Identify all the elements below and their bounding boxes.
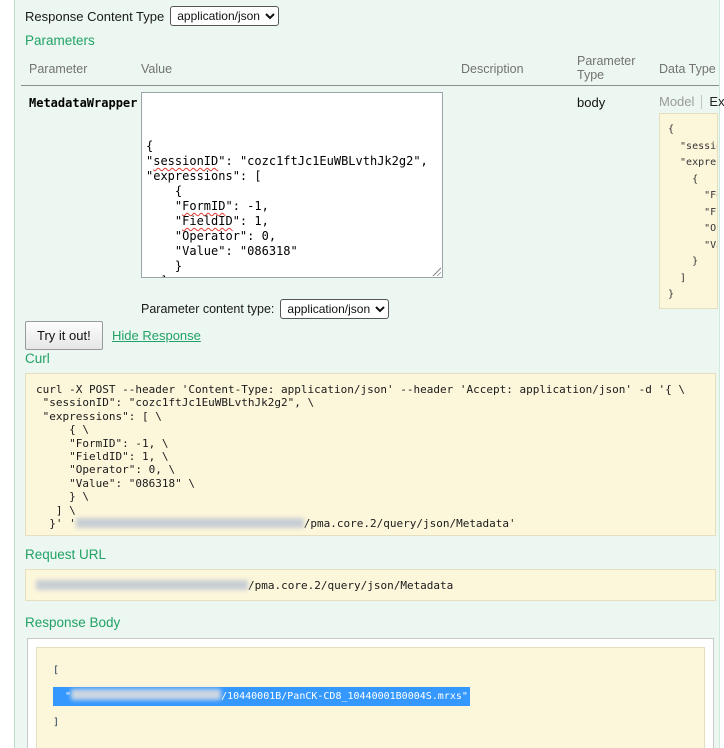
request-url-suffix: /pma.core.2/query/json/Metadata <box>248 579 453 592</box>
editor-line: "FormID": -1, <box>146 199 438 214</box>
param-value-editor[interactable]: {"sessionID": "cozc1ftJc1EuWBLvthJk2g2",… <box>141 92 443 278</box>
data-type-tabs: Model Example Value <box>659 94 724 109</box>
example-value-snippet[interactable]: { "sessionID": "cozc1ftJc1EuWBLvthJk2g2"… <box>659 113 718 309</box>
editor-line: "Operator": 0, <box>146 229 438 244</box>
table-header-divider <box>21 85 719 86</box>
curl-heading: Curl <box>25 351 50 366</box>
parameter-type-value: body <box>577 95 605 110</box>
redacted-host <box>76 518 304 528</box>
response-close-bracket: ] <box>53 717 59 728</box>
column-header-value: Value <box>141 62 172 76</box>
hide-response-link[interactable]: Hide Response <box>112 328 201 343</box>
response-selected-line: " /10440001B/PanCK-CD8_10440001B0004S.mrx… <box>53 687 470 706</box>
request-url-heading: Request URL <box>25 547 106 562</box>
editor-line: } <box>146 259 438 274</box>
parameter-name: MetadataWrapper <box>29 96 137 110</box>
tab-model[interactable]: Model <box>659 94 694 109</box>
curl-command-lines: curl -X POST --header 'Content-Type: app… <box>36 383 685 517</box>
selected-filename: /10440001B/PanCK-CD8_10440001B0004S.mrxs… <box>221 691 468 702</box>
tab-example-value[interactable]: Example Value <box>709 94 724 109</box>
curl-url-suffix: /pma.core.2/query/json/Metadata' <box>304 517 516 530</box>
column-header-data-type: Data Type <box>659 62 716 76</box>
editor-line: { <box>146 184 438 199</box>
editor-line: ] <box>146 274 438 278</box>
response-content-type-row: Response Content Type application/json <box>25 6 279 26</box>
selected-prefix: " <box>53 691 71 702</box>
curl-last-line-prefix: }' ' <box>36 517 76 530</box>
parameters-heading: Parameters <box>25 33 95 48</box>
editor-line: "expressions": [ <box>146 169 438 184</box>
response-body-container: [ " /10440001B/PanCK-CD8_10440001B0004S.m… <box>27 638 714 748</box>
redacted-path-prefix <box>71 689 221 700</box>
editor-line: "sessionID": "cozc1ftJc1EuWBLvthJk2g2", <box>146 154 438 169</box>
response-content-type-label: Response Content Type <box>25 9 164 24</box>
parameter-content-type-select[interactable]: application/json <box>280 299 389 319</box>
parameter-content-type-row: Parameter content type: application/json <box>141 299 389 319</box>
try-it-out-button[interactable]: Try it out! <box>25 321 103 350</box>
redacted-host <box>36 580 248 590</box>
column-header-description: Description <box>461 62 524 76</box>
operation-content: Response Content Type application/json P… <box>14 0 720 748</box>
editor-line: "Value": "086318" <box>146 244 438 259</box>
curl-block: curl -X POST --header 'Content-Type: app… <box>25 373 716 536</box>
editor-line: { <box>146 139 438 154</box>
response-body-block: [ " /10440001B/PanCK-CD8_10440001B0004S.m… <box>36 647 705 748</box>
column-header-parameter-type: Parameter Type <box>577 54 649 82</box>
response-body-heading: Response Body <box>25 615 120 630</box>
swagger-operation-panel: Response Content Type application/json P… <box>0 0 724 748</box>
editor-line: "FieldID": 1, <box>146 214 438 229</box>
response-content-type-select[interactable]: application/json <box>170 6 279 26</box>
request-url-block: /pma.core.2/query/json/Metadata <box>25 569 716 601</box>
column-header-parameter: Parameter <box>29 62 87 76</box>
parameter-content-type-label: Parameter content type: <box>141 302 274 316</box>
response-open-bracket: [ <box>53 665 59 676</box>
tab-divider <box>701 95 702 109</box>
